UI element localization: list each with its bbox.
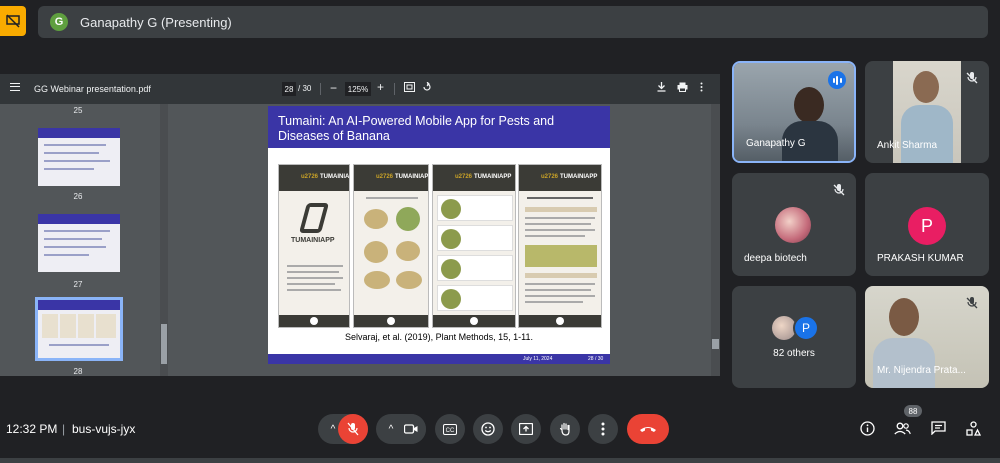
thumbnail-page-selected[interactable] xyxy=(35,297,123,361)
more-vertical-icon xyxy=(601,422,605,436)
toolbar-divider xyxy=(394,83,395,95)
thumbnail-scrollbar-thumb[interactable] xyxy=(161,324,167,364)
thumbnail-page[interactable] xyxy=(38,214,120,272)
thumbnail-page[interactable] xyxy=(38,128,120,186)
slide-title: Tumaini: An AI-Powered Mobile App for Pe… xyxy=(268,106,610,148)
presenter-label: Ganapathy G (Presenting) xyxy=(80,14,232,30)
page-scrollbar-thumb[interactable] xyxy=(712,339,719,349)
reactions-button[interactable] xyxy=(473,414,503,444)
participant-tile[interactable]: Ankit Sharma xyxy=(865,61,989,163)
app-screenshot: TUMAINIAPP xyxy=(353,164,429,328)
people-button[interactable] xyxy=(892,418,912,438)
app-screenshot: TUMAINIAPP xyxy=(432,164,516,328)
present-screen-icon xyxy=(519,423,533,435)
mic-off-icon xyxy=(833,184,845,196)
info-icon xyxy=(859,420,875,436)
page-scrollbar[interactable] xyxy=(711,104,720,376)
participant-name: PRAKASH KUMAR xyxy=(877,253,964,264)
app-logo: TUMAINIAPP xyxy=(291,237,335,244)
page-number-input[interactable]: 28 xyxy=(282,82,296,96)
others-tile[interactable]: P 82 others xyxy=(732,286,856,388)
page-total: / 30 xyxy=(298,84,312,93)
zoom-in-icon[interactable]: + xyxy=(377,80,384,94)
zoom-out-icon[interactable]: − xyxy=(330,81,337,95)
app-logo: TUMAINIAPP xyxy=(376,174,428,180)
participant-avatar: P xyxy=(908,207,946,245)
emoji-icon xyxy=(481,422,495,436)
camera-button[interactable] xyxy=(396,414,426,444)
mic-off-icon xyxy=(966,297,978,309)
svg-text:CC: CC xyxy=(446,428,455,434)
chat-button[interactable] xyxy=(928,418,948,438)
participant-avatar: P xyxy=(793,315,819,341)
others-count: 82 others xyxy=(773,348,815,359)
pdf-toolbar: GG Webinar presentation.pdf 28 / 30 − 12… xyxy=(0,74,720,104)
raise-hand-icon xyxy=(559,422,570,436)
thumbnail-sidebar[interactable]: 25 26 27 28 xyxy=(0,104,160,376)
more-options-button[interactable] xyxy=(588,414,618,444)
slide-footer: July 11, 2024 28 / 30 xyxy=(268,354,610,364)
people-icon xyxy=(893,422,911,434)
slide-citation: Selvaraj, et al. (2019), Plant Methods, … xyxy=(345,332,533,342)
speaking-indicator-icon xyxy=(828,71,846,89)
participant-tile[interactable]: Mr. Nijendra Prata... xyxy=(865,286,989,388)
app-logo: TUMAINIAPP xyxy=(301,174,349,180)
call-end-icon xyxy=(640,427,656,432)
participant-tile[interactable]: deepa biotech xyxy=(732,173,856,276)
thumbnail-label: 28 xyxy=(73,367,83,376)
screen-share-off-icon xyxy=(6,14,20,28)
participant-name: Mr. Nijendra Prata... xyxy=(877,365,966,376)
participant-count-badge: 88 xyxy=(904,405,922,417)
menu-icon[interactable] xyxy=(10,83,20,91)
mic-off-button[interactable] xyxy=(338,414,368,444)
present-button[interactable] xyxy=(511,414,541,444)
meeting-time: 12:32 PM xyxy=(6,422,58,436)
app-logo: TUMAINIAPP xyxy=(455,174,511,180)
app-screenshot: TUMAINIAPP TUMAINIAPP xyxy=(278,164,350,328)
participant-tile-speaker[interactable]: Ganapathy G xyxy=(732,61,856,163)
closed-caption-icon: CC xyxy=(443,423,457,435)
thumbnail-label: 25 xyxy=(73,106,83,115)
pdf-viewer: GG Webinar presentation.pdf 28 / 30 − 12… xyxy=(0,74,720,376)
app-screenshot: TUMAINIAPP xyxy=(518,164,602,328)
chat-icon xyxy=(930,421,946,435)
participant-name: Ankit Sharma xyxy=(877,140,938,151)
raise-hand-button[interactable] xyxy=(550,414,580,444)
more-options-icon[interactable] xyxy=(700,82,703,95)
participant-tile[interactable]: P PRAKASH KUMAR xyxy=(865,173,989,276)
taskbar-strip xyxy=(0,458,1000,463)
activities-icon xyxy=(965,420,981,436)
thumbnail-label: 26 xyxy=(73,192,83,201)
leave-call-button[interactable] xyxy=(627,414,669,444)
presenting-badge[interactable] xyxy=(0,6,26,36)
thumbnail-label: 27 xyxy=(73,280,83,289)
slide-page: Tumaini: An AI-Powered Mobile App for Pe… xyxy=(268,106,610,364)
app-logo: TUMAINIAPP xyxy=(541,174,597,180)
videocam-icon xyxy=(404,424,418,434)
captions-button[interactable]: CC xyxy=(435,414,465,444)
time-separator: | xyxy=(62,422,66,436)
zoom-level-input[interactable]: 125% xyxy=(345,82,371,96)
toolbar-divider xyxy=(320,83,321,95)
meeting-details-button[interactable] xyxy=(857,418,877,438)
print-icon[interactable] xyxy=(677,82,688,95)
mic-off-icon xyxy=(966,72,978,84)
presenter-avatar: G xyxy=(50,13,68,31)
slide-date: July 11, 2024 xyxy=(523,356,553,362)
slide-page-number: 28 / 30 xyxy=(588,356,604,362)
mic-off-icon xyxy=(347,422,359,436)
pdf-filename: GG Webinar presentation.pdf xyxy=(34,84,151,94)
rotate-icon[interactable] xyxy=(422,81,432,95)
meeting-code: bus-vujs-jyx xyxy=(72,422,136,436)
presenter-banner: G Ganapathy G (Presenting) xyxy=(38,6,988,38)
participant-name: deepa biotech xyxy=(744,253,807,264)
fit-page-icon[interactable] xyxy=(404,82,415,95)
download-icon[interactable] xyxy=(657,82,666,95)
participant-name: Ganapathy G xyxy=(746,138,806,149)
activities-button[interactable] xyxy=(963,418,983,438)
